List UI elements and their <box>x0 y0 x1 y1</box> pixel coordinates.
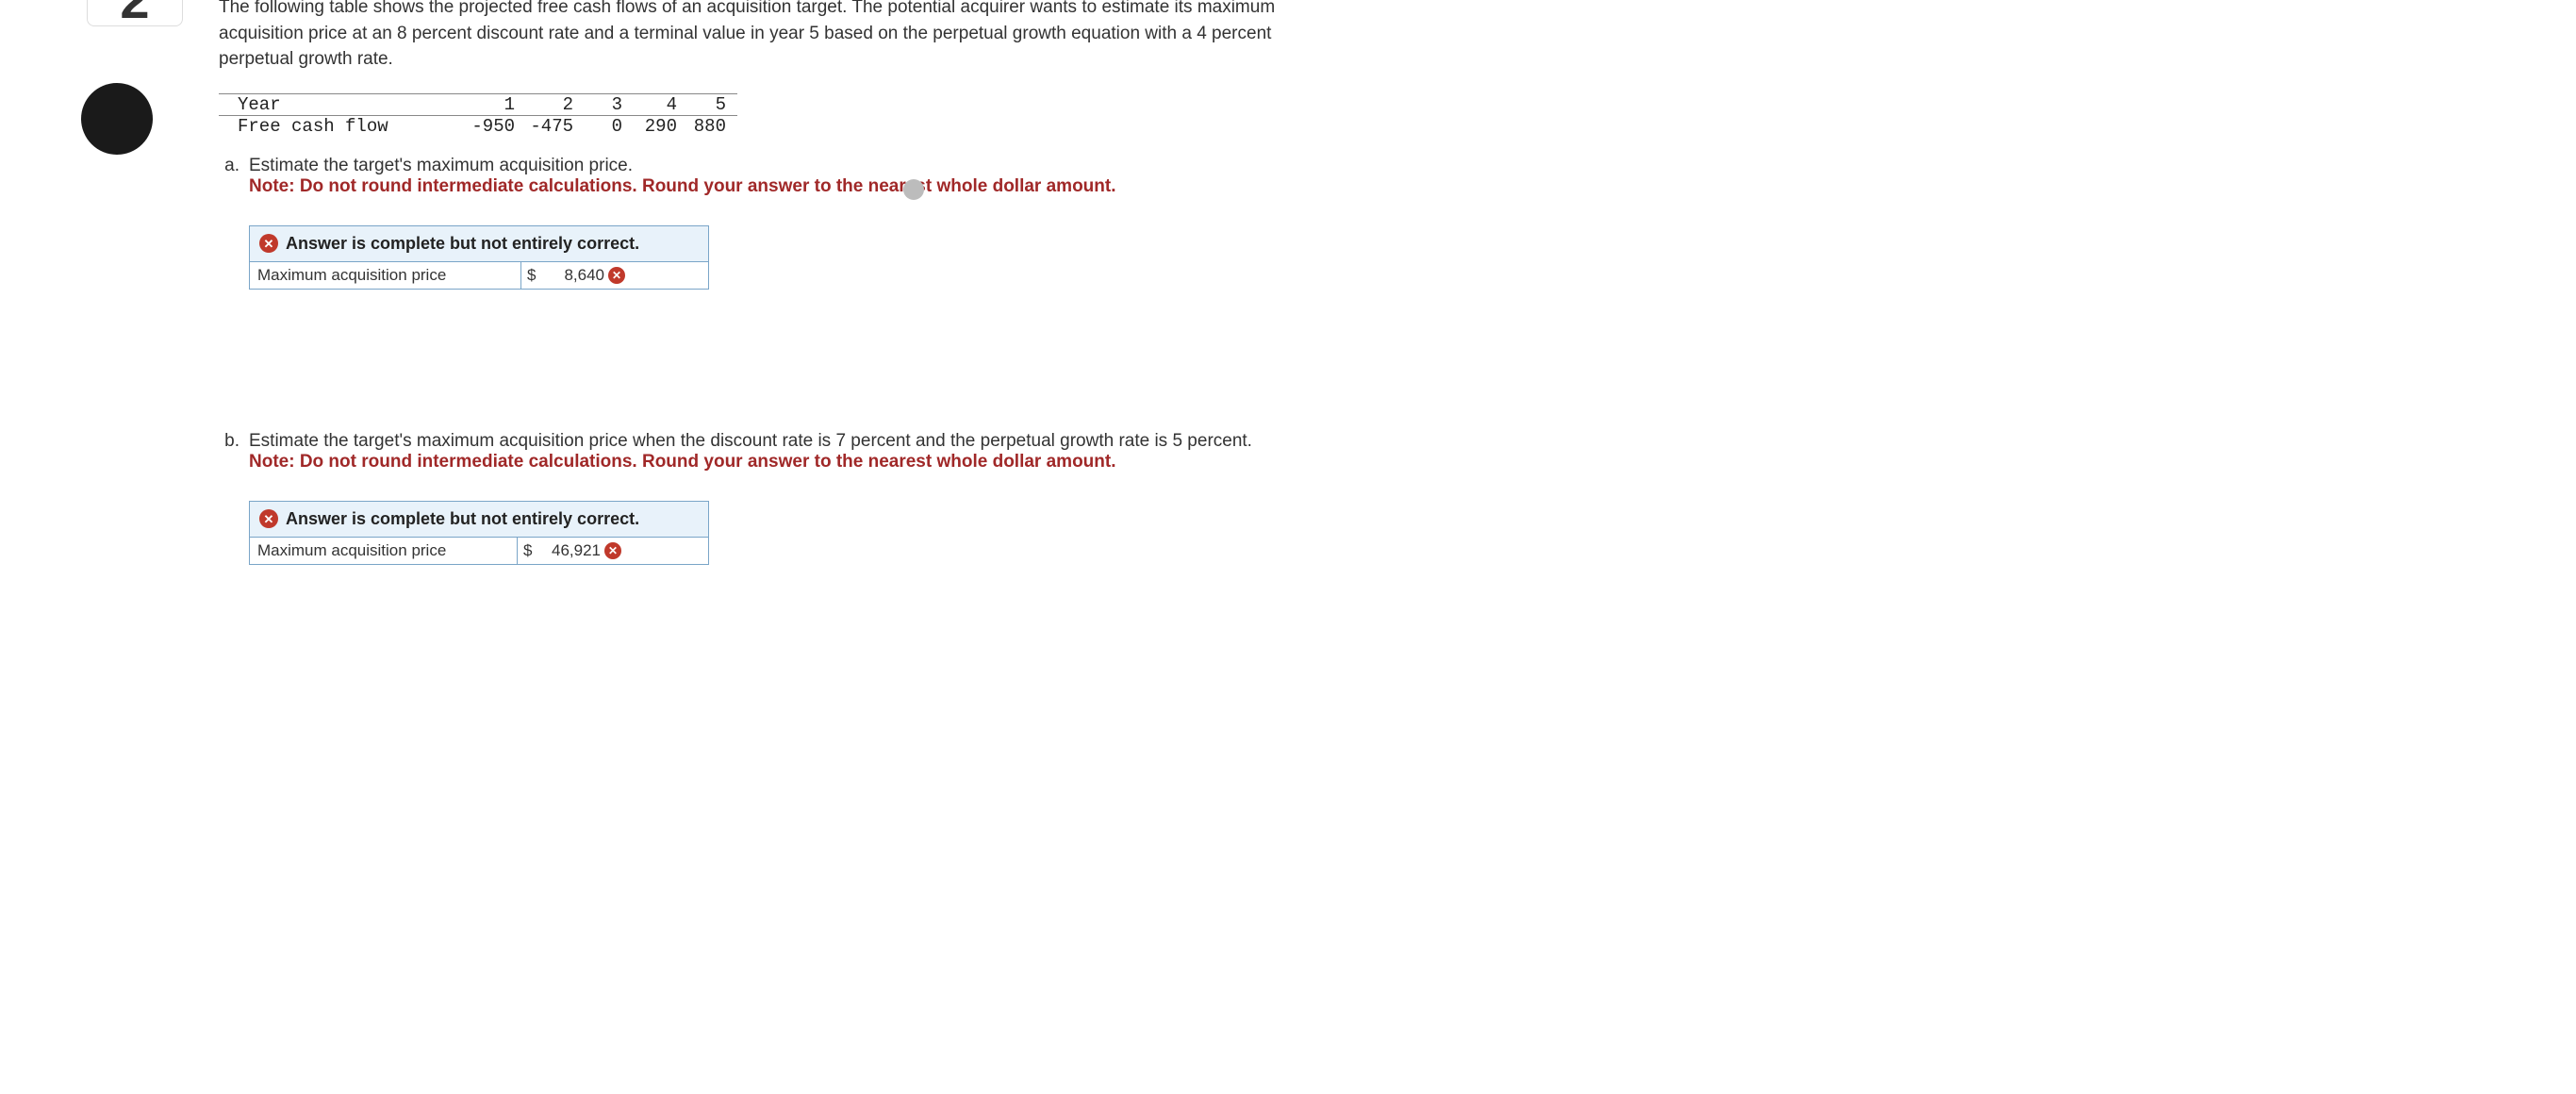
incorrect-icon <box>259 509 278 528</box>
part-b-marker: b. <box>219 431 239 472</box>
problem-intro: The following table shows the projected … <box>219 0 1331 73</box>
part-b-note: Note: Do not round intermediate calculat… <box>249 452 1116 472</box>
part-b-feedback-banner: Answer is complete but not entirely corr… <box>250 502 708 537</box>
currency-symbol: $ <box>523 541 537 560</box>
part-b-answer-box: Answer is complete but not entirely corr… <box>249 501 709 565</box>
part-a-answer-value: 8,640 <box>544 266 604 285</box>
incorrect-icon <box>259 234 278 253</box>
part-b-answer-value: 46,921 <box>540 541 601 560</box>
grey-dot-icon <box>903 179 924 200</box>
fcf-table: Year 1 2 3 4 5 Free cash flow -950 -475 … <box>219 93 737 137</box>
part-b: b. Estimate the target's maximum acquisi… <box>219 431 1331 472</box>
fcf-value: -950 <box>462 115 520 137</box>
question-number-chip: 2 <box>87 0 183 26</box>
incorrect-icon <box>608 267 625 284</box>
part-b-answer-cell[interactable]: $ 46,921 <box>518 537 708 564</box>
year-col: 3 <box>579 93 628 115</box>
part-b-banner-text: Answer is complete but not entirely corr… <box>286 509 639 529</box>
part-a-answer-cell[interactable]: $ 8,640 <box>521 261 708 289</box>
part-a-marker: a. <box>219 156 239 197</box>
part-a-answer-box: Answer is complete but not entirely corr… <box>249 225 709 290</box>
part-a: a. Estimate the target's maximum acquisi… <box>219 156 1331 197</box>
table-row-fcf-label: Free cash flow <box>219 115 462 137</box>
fcf-value: -475 <box>520 115 579 137</box>
fcf-value: 290 <box>628 115 683 137</box>
year-col: 4 <box>628 93 683 115</box>
part-a-banner-text: Answer is complete but not entirely corr… <box>286 234 639 254</box>
part-b-prompt: Estimate the target's maximum acquisitio… <box>249 431 1252 451</box>
fcf-value: 880 <box>683 115 737 137</box>
year-col: 2 <box>520 93 579 115</box>
table-header-year: Year <box>219 93 462 115</box>
question-number-text: 2 <box>120 0 149 26</box>
part-b-answer-label: Maximum acquisition price <box>250 537 518 564</box>
part-a-prompt: Estimate the target's maximum acquisitio… <box>249 156 633 175</box>
part-a-answer-label: Maximum acquisition price <box>250 261 521 289</box>
currency-symbol: $ <box>527 266 540 285</box>
incorrect-icon <box>604 542 621 559</box>
year-col: 5 <box>683 93 737 115</box>
part-a-note: Note: Do not round intermediate calculat… <box>249 176 1116 196</box>
part-a-feedback-banner: Answer is complete but not entirely corr… <box>250 226 708 261</box>
year-col: 1 <box>462 93 520 115</box>
fcf-value: 0 <box>579 115 628 137</box>
bullet-icon <box>81 83 153 155</box>
